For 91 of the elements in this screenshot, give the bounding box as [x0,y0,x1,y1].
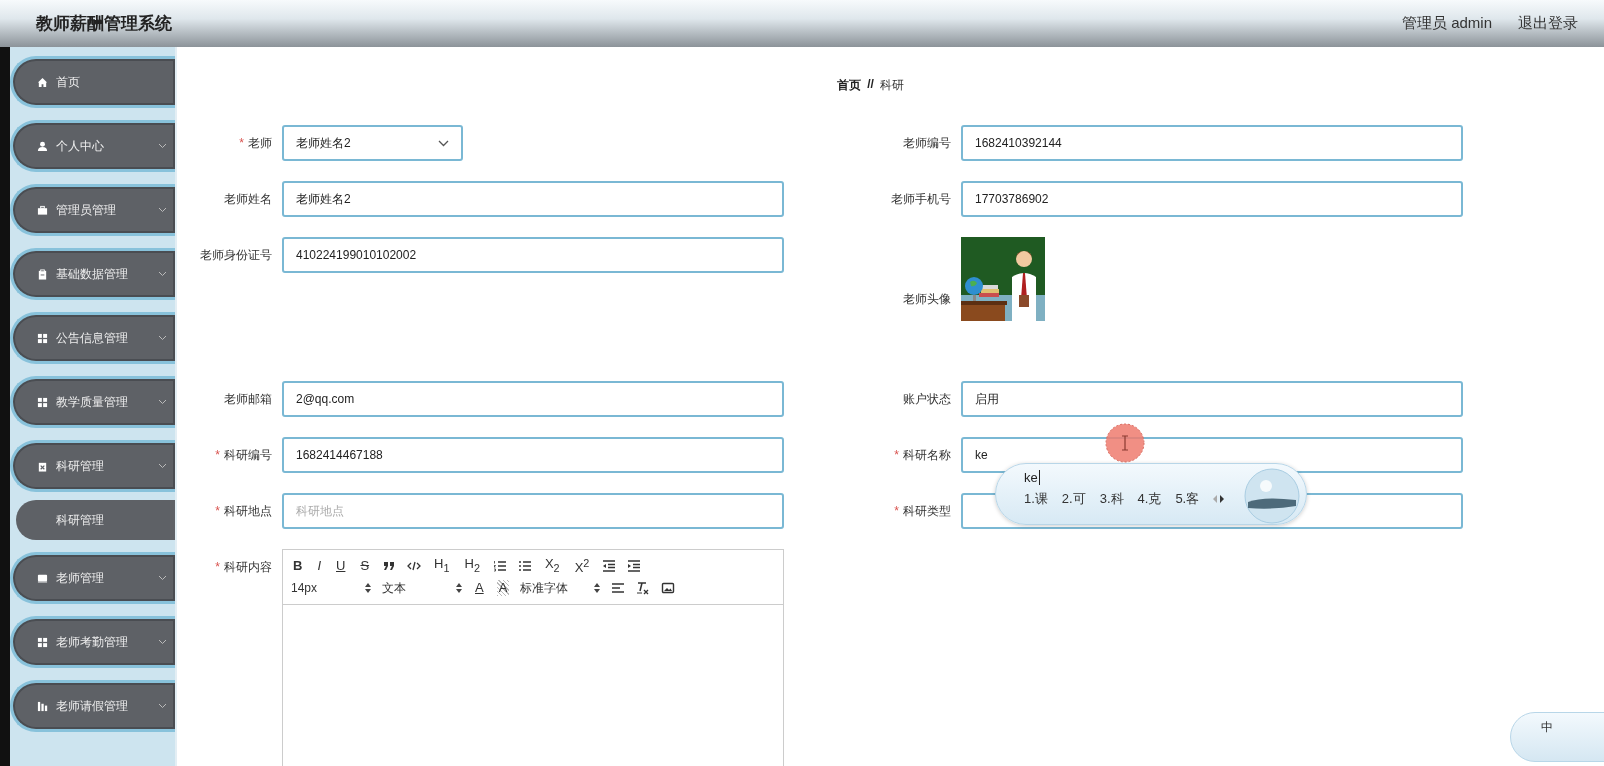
toolbar-select[interactable]: 文本 [382,579,462,597]
up-down-icon [594,583,601,593]
highlight-color-button[interactable]: A [496,580,510,596]
chevron-down-icon [438,139,449,147]
grid-icon [37,396,48,408]
clear-format-icon[interactable] [636,581,651,595]
sidebar-item[interactable]: 个人中心 [10,120,175,172]
sidebar-item[interactable]: 科研管理 [10,440,175,492]
page-arrows-icon[interactable] [1213,495,1226,503]
sidebar-item[interactable]: 老师请假管理 [10,680,175,732]
required-mark: * [894,504,899,518]
required-mark: * [215,448,220,462]
user-label: 管理员 admin [1401,14,1492,33]
bullet-list-icon[interactable] [517,559,532,573]
required-mark: * [239,136,244,150]
format-button[interactable]: X$_{2}$ [542,556,562,576]
underline-button[interactable]: U [334,558,348,574]
user-icon [37,140,48,152]
input-field[interactable]: 1682414467188 [282,437,784,473]
field-label: 老师邮箱 [224,392,272,406]
field-label: 老师姓名 [224,192,272,206]
sidebar-item[interactable]: 基础数据管理 [10,248,175,300]
ime-candidate[interactable]: 4.克 [1137,490,1162,508]
align-left-icon[interactable] [611,581,626,595]
sidebar-item[interactable]: 首页 [10,56,175,108]
field-label: 老师手机号 [891,192,951,206]
breadcrumb-item[interactable]: 首页 [837,77,862,94]
home-icon [37,76,48,88]
bold-button[interactable]: B [291,558,305,574]
image-icon[interactable] [661,581,676,595]
input-field[interactable]: 1682410392144 [961,125,1463,161]
ime-candidate[interactable]: 2.可 [1061,490,1086,508]
up-down-icon [365,583,371,593]
up-down-icon [456,583,462,593]
ime-status-bar[interactable]: 中 [1510,712,1604,762]
sidebar-item[interactable]: 教学质量管理 [10,376,175,428]
grid-icon [37,332,48,344]
field-label: 老师 [248,136,272,150]
toolbar-select[interactable]: 14px [291,581,371,595]
bar-chart-icon [37,700,48,712]
ime-candidate[interactable]: 3.科 [1099,490,1124,508]
format-button[interactable]: X$^{2}$ [572,555,592,577]
clipboard-icon [37,460,48,472]
app-title: 教师薪酬管理系统 [36,13,172,35]
sidebar-item[interactable]: 公告信息管理 [10,312,175,364]
input-field[interactable]: 410224199010102002 [282,237,784,273]
ordered-list-icon[interactable] [492,559,507,573]
field-label: 科研编号 [224,448,272,462]
clipboard-icon [37,268,48,280]
briefcase-icon [37,204,48,216]
quote-icon[interactable] [382,559,397,573]
field-label: 老师编号 [903,136,951,150]
required-mark: * [215,560,220,574]
input-field[interactable]: 老师姓名2 [282,181,784,217]
input-field[interactable]: 启用 [961,381,1463,417]
click-highlight-drawing [1105,423,1145,463]
ime-candidate[interactable]: 1.课 [1024,490,1048,508]
font-color-button[interactable]: A [473,580,486,596]
required-mark: * [215,504,220,518]
card-icon [37,572,48,584]
field-label: 老师身份证号 [200,248,272,262]
field-label: 科研名称 [903,448,951,462]
teacher-select[interactable]: 老师姓名2 [282,125,463,161]
field-label: 账户状态 [903,392,951,406]
sidebar-item[interactable]: 老师考勤管理 [10,616,175,668]
field-label: 科研类型 [903,504,951,518]
input-field[interactable]: 2@qq.com [282,381,784,417]
ime-candidate[interactable]: 5.客 [1175,490,1200,508]
field-label: 科研内容 [224,560,272,574]
sidebar-item[interactable]: 老师管理 [10,552,175,604]
field-label: 老师头像 [903,292,951,306]
input-field[interactable]: 17703786902 [961,181,1463,217]
breadcrumb-separator: // [867,77,874,93]
grid-icon [37,636,48,648]
submenu-item[interactable]: 科研管理 [16,500,175,540]
sidebar-item[interactable]: 管理员管理 [10,184,175,236]
format-button[interactable]: H$_{1}$ [432,556,452,576]
logout-link[interactable]: 退出登录 [1518,14,1578,33]
code-icon[interactable] [407,559,422,573]
outdent-icon[interactable] [602,559,617,573]
breadcrumb-item: 科研 [879,77,904,94]
field-label: 科研地点 [224,504,272,518]
rich-text-editor[interactable]: B I U S H$_{1}$ H$_{2}$ X$_{2}$ X$^{2}$ 14px 文本 A A 标准字体 [282,549,784,766]
toolbar-select[interactable]: 标准字体 [520,579,601,597]
strikethrough-button[interactable]: S [358,558,372,574]
indent-icon[interactable] [627,559,642,573]
ime-composition: ke [1024,470,1040,485]
format-button[interactable]: H$_{2}$ [462,556,482,576]
italic-button[interactable]: I [315,558,323,574]
required-mark: * [894,448,899,462]
ime-skin-drawing [1244,468,1300,524]
